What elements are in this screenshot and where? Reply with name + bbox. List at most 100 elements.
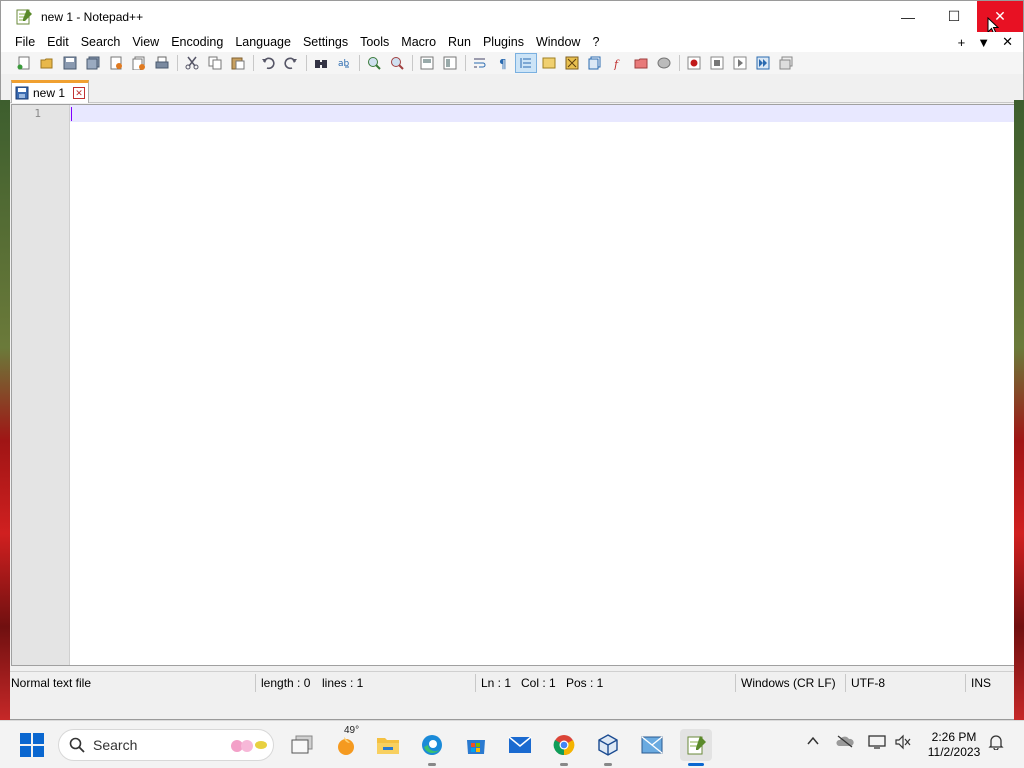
redo-icon[interactable] xyxy=(280,53,302,73)
indent-guide-icon[interactable] xyxy=(515,53,537,73)
stop-record-icon[interactable] xyxy=(706,53,728,73)
menu-tools[interactable]: Tools xyxy=(354,32,395,52)
line-number: 1 xyxy=(34,107,41,120)
chevron-up-icon[interactable] xyxy=(806,734,820,751)
replace-icon[interactable]: ab xyxy=(333,53,355,73)
taskbar-clock[interactable]: 2:26 PM 11/2/2023 xyxy=(918,730,990,760)
virtualbox-button[interactable] xyxy=(592,729,624,766)
zoom-in-icon[interactable] xyxy=(363,53,385,73)
onedrive-icon[interactable] xyxy=(836,734,854,751)
close-button[interactable]: ✕ xyxy=(977,1,1023,32)
toolbar-separator xyxy=(306,55,307,71)
desktop-wallpaper-left xyxy=(0,100,10,720)
volume-muted-icon[interactable] xyxy=(894,734,912,753)
notepadpp-taskbar-button[interactable] xyxy=(680,729,712,766)
mail-icon xyxy=(508,736,532,753)
cut-icon[interactable] xyxy=(181,53,203,73)
print-icon[interactable] xyxy=(151,53,173,73)
menu-file[interactable]: File xyxy=(9,32,41,52)
text-caret xyxy=(71,107,72,121)
sandbox-button[interactable] xyxy=(636,729,668,761)
menu-view[interactable]: View xyxy=(126,32,165,52)
menu-help[interactable]: ? xyxy=(586,32,605,52)
toolbar-separator xyxy=(253,55,254,71)
editor-area[interactable]: 1 xyxy=(11,104,1015,666)
taskbar-search-box[interactable]: Search xyxy=(58,729,274,761)
paste-icon[interactable] xyxy=(227,53,249,73)
notification-icon[interactable] xyxy=(988,734,1004,753)
doc-list-icon[interactable] xyxy=(584,53,606,73)
menu-language[interactable]: Language xyxy=(229,32,297,52)
doc-map-icon[interactable] xyxy=(561,53,583,73)
menu-settings[interactable]: Settings xyxy=(297,32,354,52)
monitoring-icon[interactable] xyxy=(653,53,675,73)
start-button[interactable] xyxy=(20,733,44,757)
status-col: Col : 1 xyxy=(521,676,556,690)
sandbox-icon xyxy=(641,736,663,754)
maximize-button[interactable]: ☐ xyxy=(931,1,977,32)
save-icon[interactable] xyxy=(59,53,81,73)
copy-icon[interactable] xyxy=(204,53,226,73)
file-explorer-button[interactable] xyxy=(372,729,404,761)
save-all-icon[interactable] xyxy=(82,53,104,73)
close-file-icon[interactable] xyxy=(105,53,127,73)
close-all-icon[interactable] xyxy=(128,53,150,73)
tab-close-icon[interactable]: ✕ xyxy=(73,87,86,99)
running-indicator xyxy=(604,763,612,766)
menu-bar: File Edit Search View Encoding Language … xyxy=(1,32,1023,52)
task-view-button[interactable] xyxy=(286,729,318,761)
windows-logo-tile xyxy=(20,746,31,757)
edge-icon xyxy=(422,735,442,755)
sync-horizontal-icon[interactable] xyxy=(439,53,461,73)
new-file-icon[interactable] xyxy=(13,53,35,73)
function-list-icon[interactable]: f xyxy=(607,53,629,73)
tab-list-dropdown-button[interactable]: ▼ xyxy=(977,35,990,50)
show-all-chars-icon[interactable]: ¶ xyxy=(492,53,514,73)
display-icon[interactable] xyxy=(868,734,886,753)
status-divider xyxy=(845,674,846,692)
tab-new-1[interactable]: new 1 ✕ xyxy=(11,80,89,103)
toolbar-separator xyxy=(412,55,413,71)
zoom-out-icon[interactable] xyxy=(386,53,408,73)
menu-macro[interactable]: Macro xyxy=(395,32,442,52)
file-explorer-icon xyxy=(377,738,399,754)
windows-logo-tile xyxy=(33,746,44,757)
new-tab-button[interactable]: + xyxy=(958,35,966,50)
title-bar[interactable]: new 1 - Notepad++ — ☐ ✕ xyxy=(1,1,1023,35)
weather-widget-button[interactable] xyxy=(330,729,362,761)
sync-vertical-icon[interactable] xyxy=(416,53,438,73)
menu-window[interactable]: Window xyxy=(530,32,586,52)
virtualbox-icon xyxy=(598,734,618,756)
open-file-icon[interactable] xyxy=(36,53,58,73)
status-bar: Normal text file length : 0 lines : 1 Ln… xyxy=(1,671,1023,693)
window-title: new 1 - Notepad++ xyxy=(41,9,144,24)
word-wrap-icon[interactable] xyxy=(469,53,491,73)
minimize-button[interactable]: — xyxy=(885,1,931,32)
toolbar: ab ¶ f xyxy=(1,52,1023,74)
svg-text:f: f xyxy=(613,58,620,70)
run-macro-multiple-icon[interactable] xyxy=(752,53,774,73)
mail-button[interactable] xyxy=(504,729,536,761)
save-macro-icon[interactable] xyxy=(775,53,797,73)
status-file-type: Normal text file xyxy=(11,676,92,690)
playback-macro-icon[interactable] xyxy=(729,53,751,73)
chrome-button[interactable] xyxy=(548,729,580,766)
folder-workspace-icon[interactable] xyxy=(630,53,652,73)
user-language-icon[interactable] xyxy=(538,53,560,73)
document-tab-bar: new 1 ✕ xyxy=(1,77,1023,103)
find-icon[interactable] xyxy=(310,53,332,73)
window-controls: — ☐ ✕ xyxy=(885,1,1023,32)
menu-search[interactable]: Search xyxy=(75,32,127,52)
undo-icon[interactable] xyxy=(257,53,279,73)
store-icon xyxy=(467,740,485,754)
menu-run[interactable]: Run xyxy=(442,32,477,52)
edge-button[interactable] xyxy=(416,729,448,766)
record-macro-icon[interactable] xyxy=(683,53,705,73)
menu-plugins[interactable]: Plugins xyxy=(477,32,530,52)
menu-encoding[interactable]: Encoding xyxy=(165,32,229,52)
status-ln: Ln : 1 xyxy=(481,676,512,690)
store-button[interactable] xyxy=(460,729,492,761)
notepadpp-icon xyxy=(687,736,706,755)
close-document-button[interactable]: ✕ xyxy=(1002,34,1013,50)
menu-edit[interactable]: Edit xyxy=(41,32,75,52)
